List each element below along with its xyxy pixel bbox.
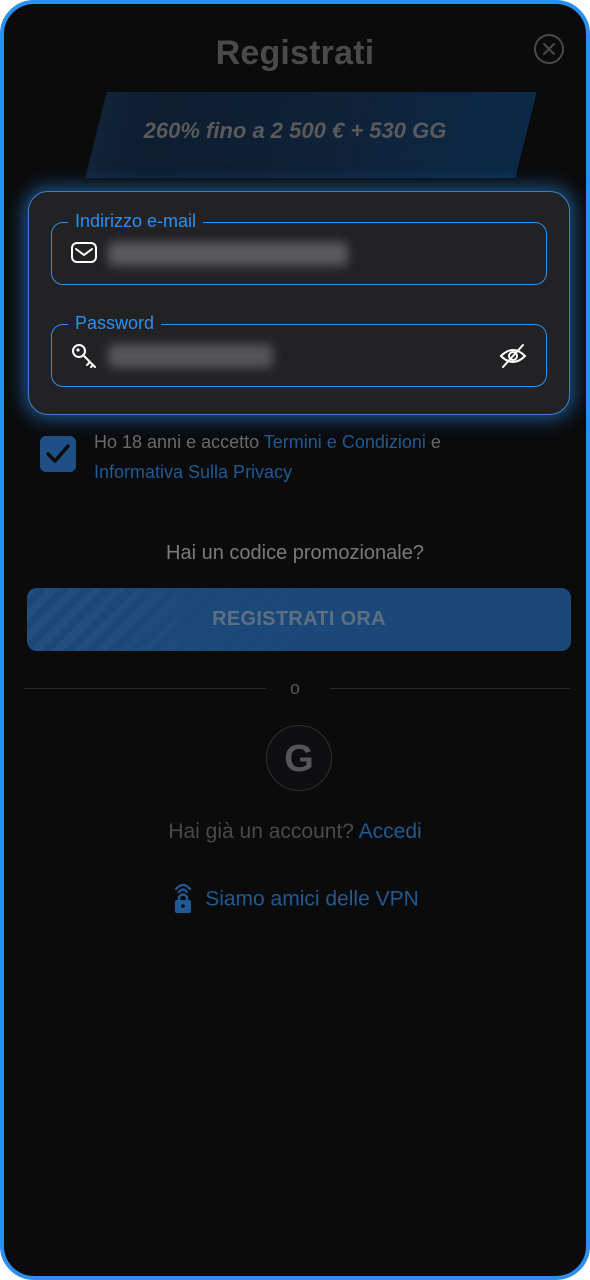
password-field[interactable]: Password	[51, 313, 547, 387]
privacy-link[interactable]: Informativa Sulla Privacy	[94, 462, 292, 482]
promo-banner-text: 260% fino a 2 500 € + 530 GG	[143, 118, 447, 143]
close-icon	[543, 43, 555, 55]
email-value-redacted	[108, 242, 348, 266]
eye-off-icon[interactable]	[498, 342, 528, 370]
key-icon	[72, 344, 96, 368]
terms-checkbox[interactable]	[40, 436, 76, 472]
vpn-text: Siamo amici delle VPN	[205, 887, 419, 911]
password-value-redacted	[108, 344, 273, 368]
credentials-card: Indirizzo e-mail Password	[28, 191, 570, 415]
login-row: Hai già un account? Accedi	[4, 820, 586, 844]
terms-middle: e	[425, 432, 441, 452]
modal-title: Registrati	[215, 34, 375, 72]
divider-line-right	[330, 688, 570, 689]
terms-text: Ho 18 anni e accetto Termini e Condizion…	[94, 427, 534, 487]
register-button[interactable]: REGISTRATI ORA	[27, 588, 571, 651]
vpn-link[interactable]: Siamo amici delle VPN	[4, 883, 586, 914]
checkmark-icon	[46, 444, 70, 463]
terms-prefix: Ho 18 anni e accetto	[94, 432, 264, 452]
signup-modal: Registrati 260% fino a 2 500 € + 530 GG …	[0, 0, 590, 1280]
email-field[interactable]: Indirizzo e-mail	[51, 211, 547, 285]
terms-link[interactable]: Termini e Condizioni	[264, 432, 426, 452]
close-button[interactable]	[534, 34, 564, 64]
envelope-icon	[71, 242, 97, 263]
email-field-label: Indirizzo e-mail	[68, 211, 204, 231]
google-signin-button[interactable]: G	[266, 725, 332, 791]
register-button-label: REGISTRATI ORA	[212, 608, 386, 630]
vpn-lock-icon	[175, 883, 192, 913]
password-field-label: Password	[68, 313, 162, 333]
promo-code-link[interactable]: Hai un codice promozionale?	[4, 542, 586, 565]
google-icon: G	[284, 738, 314, 780]
login-prompt: Hai già un account?	[168, 820, 359, 843]
login-link[interactable]: Accedi	[359, 820, 422, 843]
